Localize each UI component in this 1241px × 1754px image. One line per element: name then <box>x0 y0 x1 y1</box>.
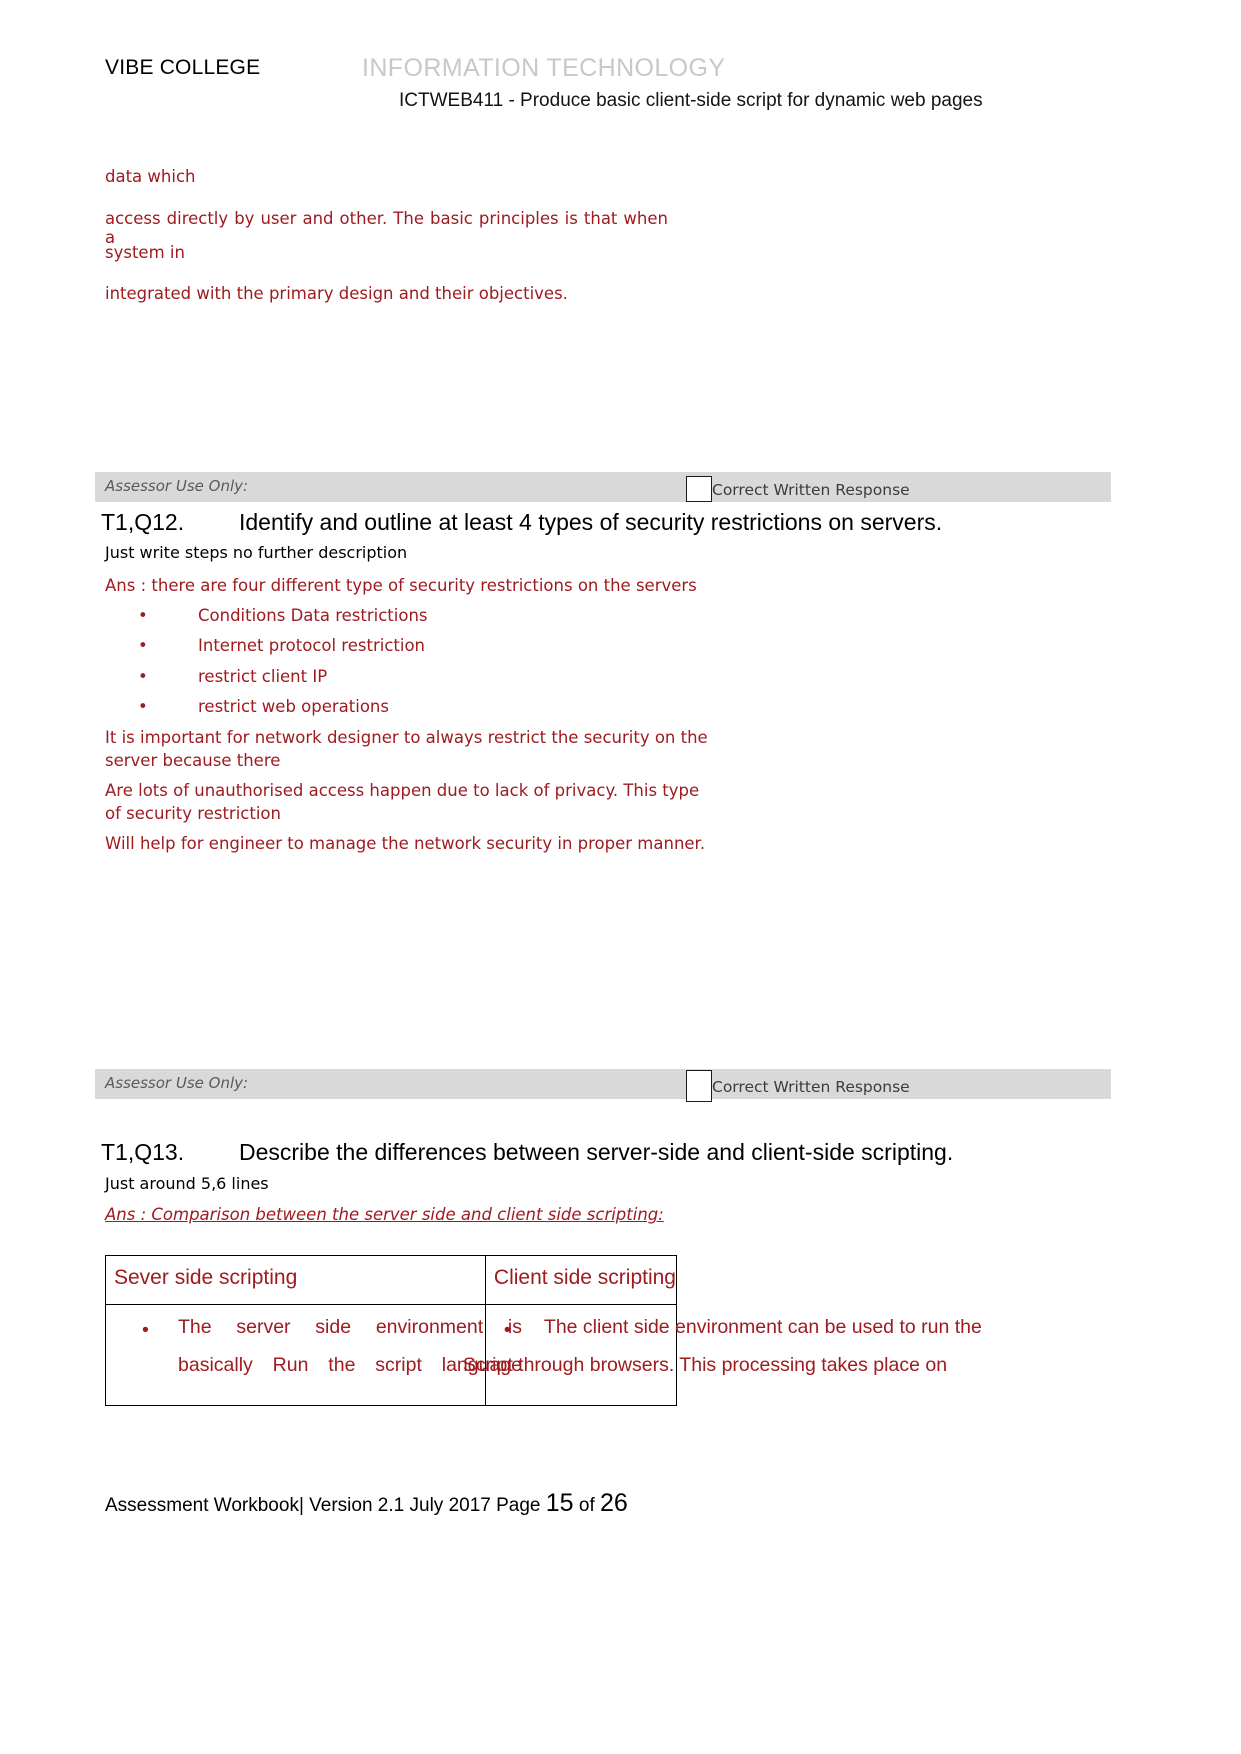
top-answer-line-3: system in <box>105 243 185 262</box>
server-cell-content: • The server side environment is basical… <box>106 1305 522 1405</box>
footer-prefix: Assessment Workbook| Version 2.1 July 20… <box>105 1495 546 1516</box>
page-header: VIBE COLLEGE INFORMATION TECHNOLOGY ICTW… <box>0 54 1241 126</box>
assessor-bar-1: Assessor Use Only: <box>95 472 1111 502</box>
q12-para2-line2: of security restriction <box>105 804 281 823</box>
table-cell-client-body: • The client side environment can be use… <box>463 1304 982 1406</box>
table-row: • The server side environment is basical… <box>105 1304 982 1406</box>
top-answer-line-1: data which <box>105 167 196 186</box>
correct-written-response-label-1: Correct Written Response <box>712 481 910 499</box>
footer-total-pages: 26 <box>600 1489 628 1517</box>
department-name: INFORMATION TECHNOLOGY <box>362 54 726 82</box>
list-item: • Conditions Data restrictions <box>138 606 428 625</box>
correct-written-response-label-2: Correct Written Response <box>712 1078 910 1096</box>
bullet-dot-icon: • <box>142 1319 149 1341</box>
bullet-dot-icon: • <box>503 1319 511 1341</box>
college-name: VIBE COLLEGE <box>105 56 261 79</box>
table-header-label-server: Sever side scripting <box>114 1266 298 1289</box>
q12-answer-intro: Ans : there are four different type of s… <box>105 576 697 595</box>
question-instruction-q12: Just write steps no further description <box>105 543 408 562</box>
table-header-cell-server: Sever side scripting <box>105 1255 486 1305</box>
bullet-dot-icon: • <box>138 636 148 655</box>
correct-written-response-checkbox-2[interactable] <box>686 1070 712 1102</box>
footer-middle: of <box>573 1495 600 1516</box>
q12-para2-line1: Are lots of unauthorised access happen d… <box>105 781 700 800</box>
question-instruction-q13: Just around 5,6 lines <box>105 1174 269 1193</box>
list-item-label: Internet protocol restriction <box>198 636 425 655</box>
top-answer-line-4: integrated with the primary design and t… <box>105 284 568 303</box>
question-tag-q12: T1,Q12. <box>101 509 185 535</box>
q13-answer-intro: Ans : Comparison between the server side… <box>105 1205 664 1224</box>
client-cell-line-2: Script through browsers. This processing… <box>462 1354 948 1376</box>
document-page: VIBE COLLEGE INFORMATION TECHNOLOGY ICTW… <box>0 0 1241 1754</box>
q12-para3-line1: Will help for engineer to manage the net… <box>105 834 706 853</box>
client-cell-content: • The client side environment can be use… <box>463 1305 982 1405</box>
client-cell-line-1: The client side environment can be used … <box>543 1316 982 1338</box>
assessor-bar-2: Assessor Use Only: <box>95 1069 1111 1099</box>
server-cell-line-1: The server side environment is <box>178 1316 522 1338</box>
q12-para1-line1: It is important for network designer to … <box>105 728 708 747</box>
table-cell-server-body: • The server side environment is basical… <box>105 1304 522 1406</box>
unit-title: ICTWEB411 - Produce basic client-side sc… <box>399 90 983 111</box>
page-footer: Assessment Workbook| Version 2.1 July 20… <box>105 1489 628 1518</box>
list-item: • restrict client IP <box>138 667 327 686</box>
correct-written-response-checkbox-1[interactable] <box>686 476 712 502</box>
question-title-q12: Identify and outline at least 4 types of… <box>239 509 943 535</box>
table-header-cell-client: Client side scripting <box>484 1255 678 1305</box>
question-tag-q13: T1,Q13. <box>101 1139 185 1165</box>
bullet-dot-icon: • <box>138 667 148 686</box>
top-answer-line-2: access directly by user and other. The b… <box>105 209 668 247</box>
table-header-label-client: Client side scripting <box>493 1266 676 1289</box>
bullet-dot-icon: • <box>138 606 148 625</box>
table-header-row: Sever side scripting Client side scripti… <box>105 1255 678 1305</box>
assessor-use-only-label-1: Assessor Use Only: <box>105 477 249 495</box>
bullet-dot-icon: • <box>138 697 148 716</box>
q12-para1-line2: server because there <box>105 751 281 770</box>
footer-page-number: 15 <box>545 1489 574 1517</box>
list-item-label: restrict client IP <box>198 667 328 686</box>
comparison-table: Sever side scripting Client side scripti… <box>105 1255 982 1406</box>
question-title-q13: Describe the differences between server-… <box>239 1139 954 1165</box>
list-item: • Internet protocol restriction <box>138 636 425 655</box>
list-item: • restrict web operations <box>138 697 389 716</box>
list-item-label: Conditions Data restrictions <box>198 606 428 625</box>
assessor-use-only-label-2: Assessor Use Only: <box>105 1074 249 1092</box>
list-item-label: restrict web operations <box>198 697 389 716</box>
